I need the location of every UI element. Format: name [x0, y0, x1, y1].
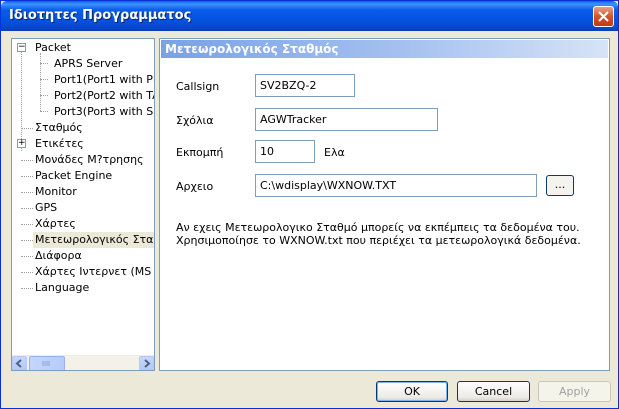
- tree-item-units[interactable]: Μονάδες Μ?τρησης: [33, 152, 146, 168]
- tree-item-port3[interactable]: Port3(Port3 with Sha: [52, 104, 154, 120]
- window-title: Ιδιοτητες Προγραμματος: [9, 8, 192, 23]
- settings-tree[interactable]: − Packet APRS Server Port1(Port1 with PK…: [11, 38, 155, 371]
- labels-expand-toggle[interactable]: +: [17, 139, 26, 148]
- tree-item-internet-maps[interactable]: Χάρτες Ιντερνετ (MS Virt: [33, 264, 154, 280]
- tree-item-monitor[interactable]: Monitor: [33, 184, 79, 200]
- close-icon: [598, 11, 609, 22]
- ok-button[interactable]: OK: [376, 381, 448, 402]
- callsign-input[interactable]: SV2BZQ-2: [255, 74, 355, 97]
- tree-item-packet[interactable]: Packet: [33, 40, 73, 56]
- tree-item-language[interactable]: Language: [33, 280, 91, 296]
- tree-item-weather-station[interactable]: Μετεωρολογικός Σταθμό: [33, 232, 154, 248]
- apply-button[interactable]: Apply: [538, 381, 611, 402]
- close-button[interactable]: [593, 6, 614, 27]
- scroll-left-button[interactable]: [12, 356, 27, 370]
- tree-item-station[interactable]: Σταθμός: [33, 120, 85, 136]
- info-line-2: Χρησιμοποίησε το WXNOW.txt που περιέχει …: [176, 234, 581, 247]
- tree-item-packet-engine[interactable]: Packet Engine: [33, 168, 114, 184]
- tree-item-port2[interactable]: Port2(Port2 with TAP: [52, 88, 154, 104]
- broadcast-label: Εκπομπή: [176, 146, 224, 159]
- callsign-label: Callsign: [176, 80, 220, 93]
- scroll-thumb[interactable]: [29, 356, 65, 370]
- packet-collapse-toggle[interactable]: −: [17, 43, 26, 52]
- comments-input[interactable]: AGWTracker: [255, 108, 438, 131]
- broadcast-unit-label: Ελα: [324, 146, 345, 159]
- tree-item-gps[interactable]: GPS: [33, 200, 59, 216]
- comments-label: Σχόλια: [176, 114, 214, 127]
- tree-item-port1[interactable]: Port1(Port1 with PK9: [52, 72, 154, 88]
- chevron-right-icon: [144, 359, 151, 368]
- tree-item-misc[interactable]: Διάφορα: [33, 248, 84, 264]
- tree-item-labels[interactable]: Ετικέτες: [33, 136, 86, 152]
- file-label: Αρχειο: [176, 180, 214, 193]
- title-bar[interactable]: Ιδιοτητες Προγραμματος: [1, 1, 618, 31]
- properties-dialog: Ιδιοτητες Προγραμματος − Packet APRS Ser…: [0, 0, 619, 409]
- scroll-right-button[interactable]: [139, 356, 154, 370]
- tree-item-maps[interactable]: Χάρτες: [33, 216, 78, 232]
- info-line-1: Αν εχεις Μετεωρολογικο Σταθμό μπορείς να…: [176, 221, 580, 234]
- tree-item-aprs-server[interactable]: APRS Server: [52, 56, 124, 72]
- panel-header: Μετεωρολογικός Σταθμός: [161, 40, 608, 58]
- grip-icon: [42, 361, 50, 366]
- weather-station-panel: Μετεωρολογικός Σταθμός Callsign SV2BZQ-2…: [159, 38, 610, 371]
- file-path-input[interactable]: C:\wdisplay\WXNOW.TXT: [255, 174, 537, 197]
- browse-button[interactable]: ...: [546, 175, 574, 196]
- broadcast-interval-input[interactable]: 10: [255, 140, 315, 163]
- cancel-button[interactable]: Cancel: [457, 381, 530, 402]
- horizontal-scrollbar[interactable]: [12, 355, 154, 370]
- chevron-left-icon: [15, 359, 22, 368]
